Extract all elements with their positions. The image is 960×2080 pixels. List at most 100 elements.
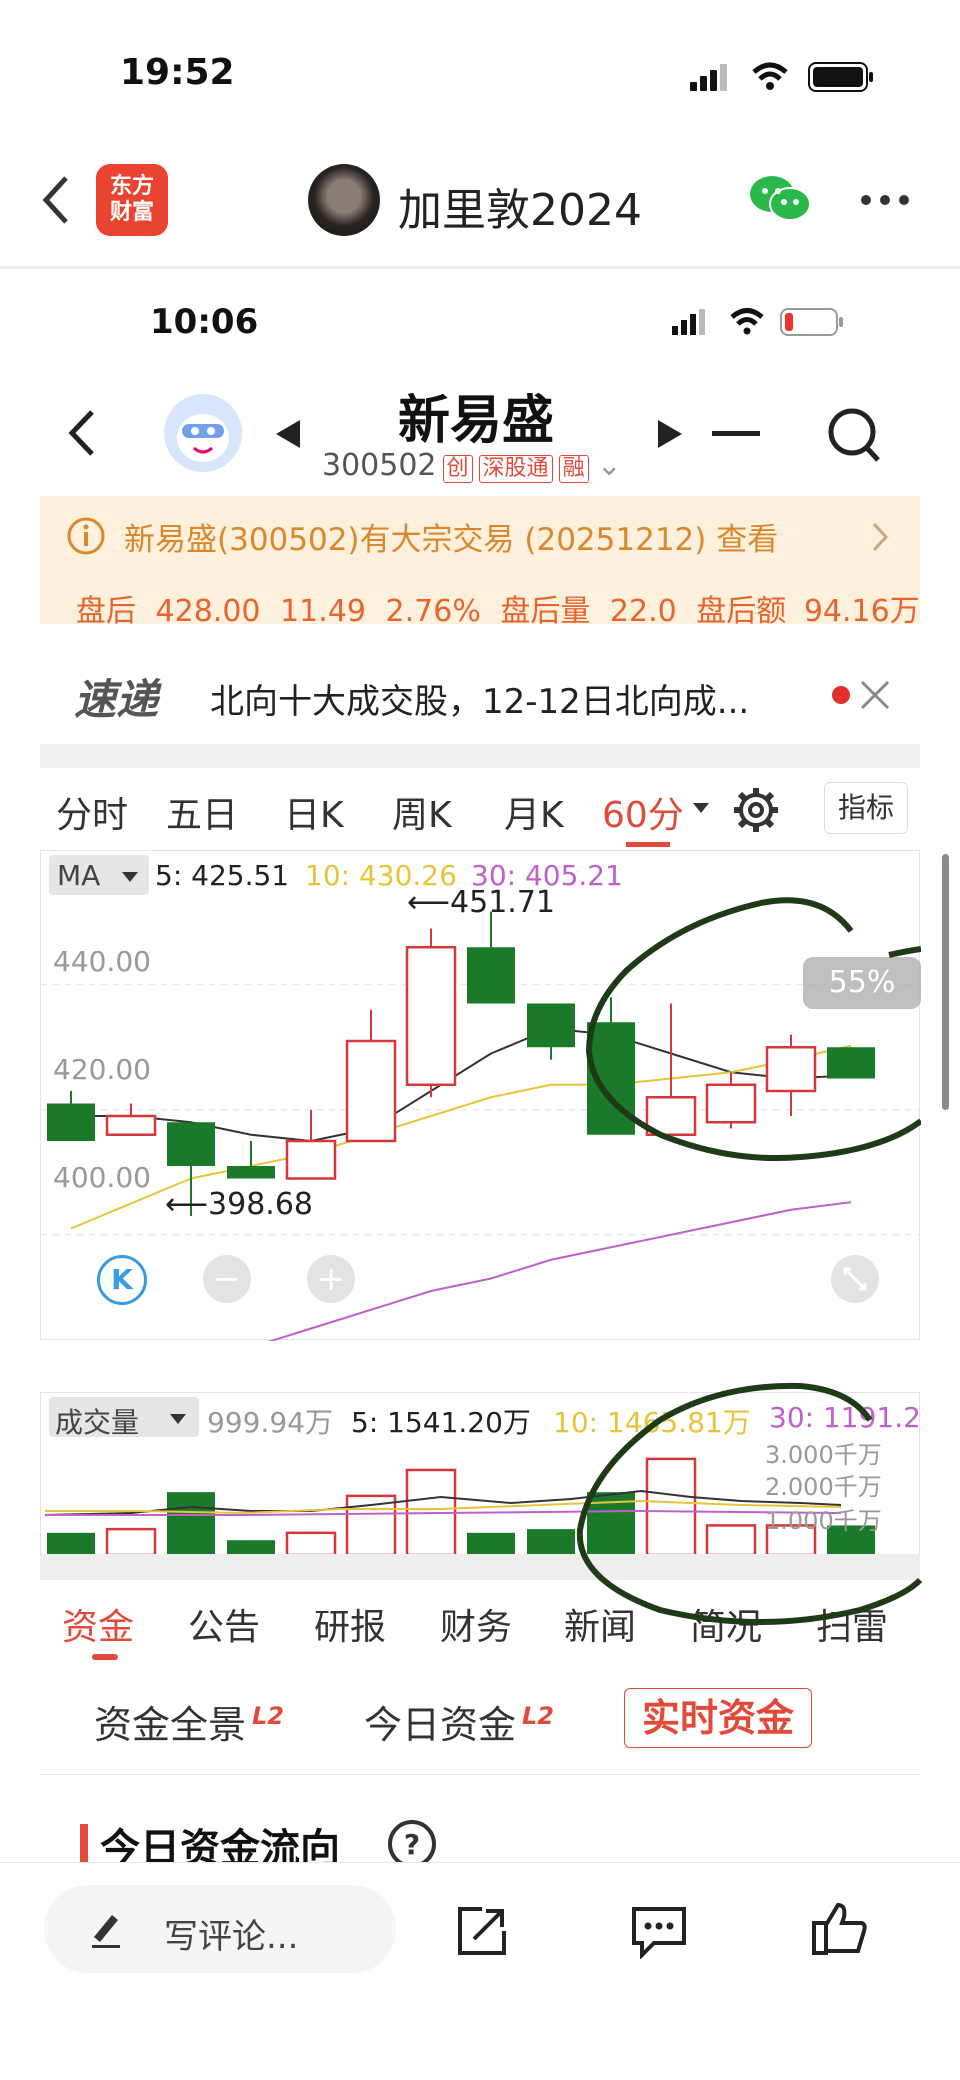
- after-hours-label: 盘后: [76, 594, 136, 629]
- y-tick-400: 400.00: [53, 1161, 151, 1194]
- tab-wuri[interactable]: 五日: [166, 786, 238, 838]
- ma-selector-label: MA: [57, 859, 101, 892]
- after-hours-vol-label: 盘后量: [500, 594, 591, 629]
- volume-bar: [285, 1531, 337, 1557]
- candle-body: [105, 1114, 157, 1136]
- user-name: 加里敦2024: [398, 185, 642, 236]
- share-icon[interactable]: [454, 1903, 510, 1959]
- content-tab-underline: [92, 1654, 118, 1660]
- after-hours-change: 11.49: [280, 594, 366, 629]
- low-arrow-label: ⟵398.68: [165, 1187, 313, 1222]
- tag-chuang: 创: [442, 455, 473, 483]
- notice-text: 新易盛(300502)有大宗交易 (20251212) 查看: [124, 522, 779, 558]
- tab-rik[interactable]: 日K: [284, 786, 344, 838]
- vol-tick-2000: 2.000千万: [765, 1473, 882, 1501]
- section-marker: [80, 1824, 88, 1864]
- tab-60min[interactable]: 60分: [602, 786, 684, 838]
- stock-back-icon[interactable]: [66, 408, 98, 458]
- stock-code-row: 300502 创深股通融 ⌄: [322, 448, 622, 483]
- notice-chevron-icon: [870, 520, 890, 554]
- after-hours-vol: 22.0: [609, 594, 677, 629]
- wechat-icon[interactable]: [748, 172, 812, 224]
- tab-xinwen[interactable]: 新闻: [564, 1598, 636, 1650]
- fund-tab-panorama-label: 资金全景: [94, 1703, 247, 1747]
- search-icon[interactable]: [826, 406, 882, 464]
- close-icon[interactable]: [858, 678, 892, 712]
- volume-bar: [227, 1540, 275, 1555]
- fullscreen-icon[interactable]: [831, 1255, 879, 1303]
- zoom-badge: 55%: [803, 957, 921, 1009]
- inner-battery-icon: [780, 308, 844, 336]
- user-avatar[interactable]: [308, 164, 380, 236]
- volume-ma10: 10: 1465.81万: [553, 1406, 751, 1439]
- inner-signal-icon: [670, 308, 710, 336]
- tab-60min-dropdown-icon[interactable]: [692, 802, 710, 814]
- chevron-down-icon[interactable]: ⌄: [597, 448, 622, 483]
- more-icon[interactable]: [860, 194, 910, 206]
- low-label: 398.68: [208, 1187, 313, 1222]
- k-button[interactable]: K: [97, 1255, 147, 1305]
- active-tab-underline: [626, 842, 670, 847]
- fund-tab-today[interactable]: 今日资金 L2: [364, 1694, 554, 1749]
- candle-body: [405, 946, 457, 1086]
- tab-jiankuang[interactable]: 简况: [690, 1598, 762, 1650]
- volume-bar: [467, 1532, 515, 1555]
- prev-stock-icon[interactable]: [272, 418, 302, 450]
- settings-gear-icon[interactable]: [732, 786, 780, 834]
- page-scrollbar[interactable]: [942, 854, 949, 1110]
- tab-zijin[interactable]: 资金: [62, 1598, 134, 1650]
- app-logo-text-1: 东方: [109, 174, 154, 199]
- candle-body: [827, 1047, 875, 1079]
- comment-input[interactable]: 写评论...: [44, 1885, 396, 1973]
- cell-signal-icon: [688, 62, 728, 92]
- high-label: 451.71: [450, 885, 555, 920]
- info-icon: [66, 516, 106, 556]
- ma-dropdown-icon: [121, 871, 139, 883]
- like-thumb-icon[interactable]: [810, 1899, 870, 1959]
- fund-tab-panorama[interactable]: 资金全景 L2: [94, 1694, 284, 1749]
- l2-badge: L2: [252, 1702, 285, 1731]
- y-tick-440: 440.00: [53, 945, 151, 978]
- volume-bar: [47, 1532, 95, 1555]
- candle-body: [167, 1122, 215, 1166]
- minus-icon[interactable]: [712, 431, 760, 436]
- comments-icon[interactable]: [630, 1903, 688, 1959]
- inner-status-time: 10:06: [150, 302, 259, 342]
- section-gap: [40, 744, 920, 768]
- tab-saolei[interactable]: 扫雷: [816, 1598, 888, 1650]
- after-hours-row: 盘后 428.00 11.49 2.76% 盘后量 22.0 盘后额 94.16…: [76, 586, 920, 630]
- back-icon[interactable]: [40, 172, 72, 228]
- mascot-avatar[interactable]: [164, 394, 242, 472]
- volume-chart[interactable]: 成交量 999.94万 5: 1541.20万 10: 1465.81万 30:…: [40, 1392, 921, 1580]
- volume-dropdown-icon: [169, 1413, 187, 1425]
- tab-yanbao[interactable]: 研报: [314, 1598, 386, 1650]
- ticker-text[interactable]: 北向十大成交股，12-12日北向成...: [210, 674, 749, 723]
- tag-shenggutong: 深股通: [478, 455, 553, 483]
- high-arrow-label: ⟵451.71: [407, 885, 555, 920]
- volume-ma5: 5: 1541.20万: [351, 1406, 531, 1439]
- kline-chart[interactable]: MA 5: 425.51 10: 430.26 30: 405.21 ⟵451.…: [40, 850, 921, 1341]
- tab-zhouk[interactable]: 周K: [392, 786, 452, 838]
- tag-rong: 融: [558, 455, 589, 483]
- tab-gonggao[interactable]: 公告: [188, 1598, 260, 1650]
- tab-fenshi[interactable]: 分时: [56, 786, 128, 838]
- tab-caiwu[interactable]: 财务: [440, 1598, 512, 1650]
- inner-wifi-icon: [728, 306, 766, 336]
- zoom-in-button[interactable]: +: [307, 1255, 355, 1303]
- kline-svg: [41, 911, 921, 1341]
- candle-body: [467, 947, 515, 1004]
- tab-yuek[interactable]: 月K: [504, 786, 564, 838]
- zoom-out-button[interactable]: −: [203, 1255, 251, 1303]
- candle-body: [587, 1022, 635, 1135]
- fund-tab-realtime[interactable]: 实时资金: [624, 1688, 812, 1748]
- next-stock-icon[interactable]: [656, 418, 686, 450]
- svg-text:?: ?: [404, 1828, 420, 1861]
- candle-body: [345, 1039, 397, 1143]
- candle-body: [47, 1103, 95, 1141]
- indicator-button[interactable]: 指标: [824, 782, 908, 834]
- ma5-value: 5: 425.51: [155, 859, 290, 892]
- live-dot: [832, 686, 850, 704]
- after-hours-amt: 94.16万: [803, 594, 920, 629]
- battery-icon: [808, 62, 874, 92]
- after-hours-pct: 2.76%: [385, 594, 481, 629]
